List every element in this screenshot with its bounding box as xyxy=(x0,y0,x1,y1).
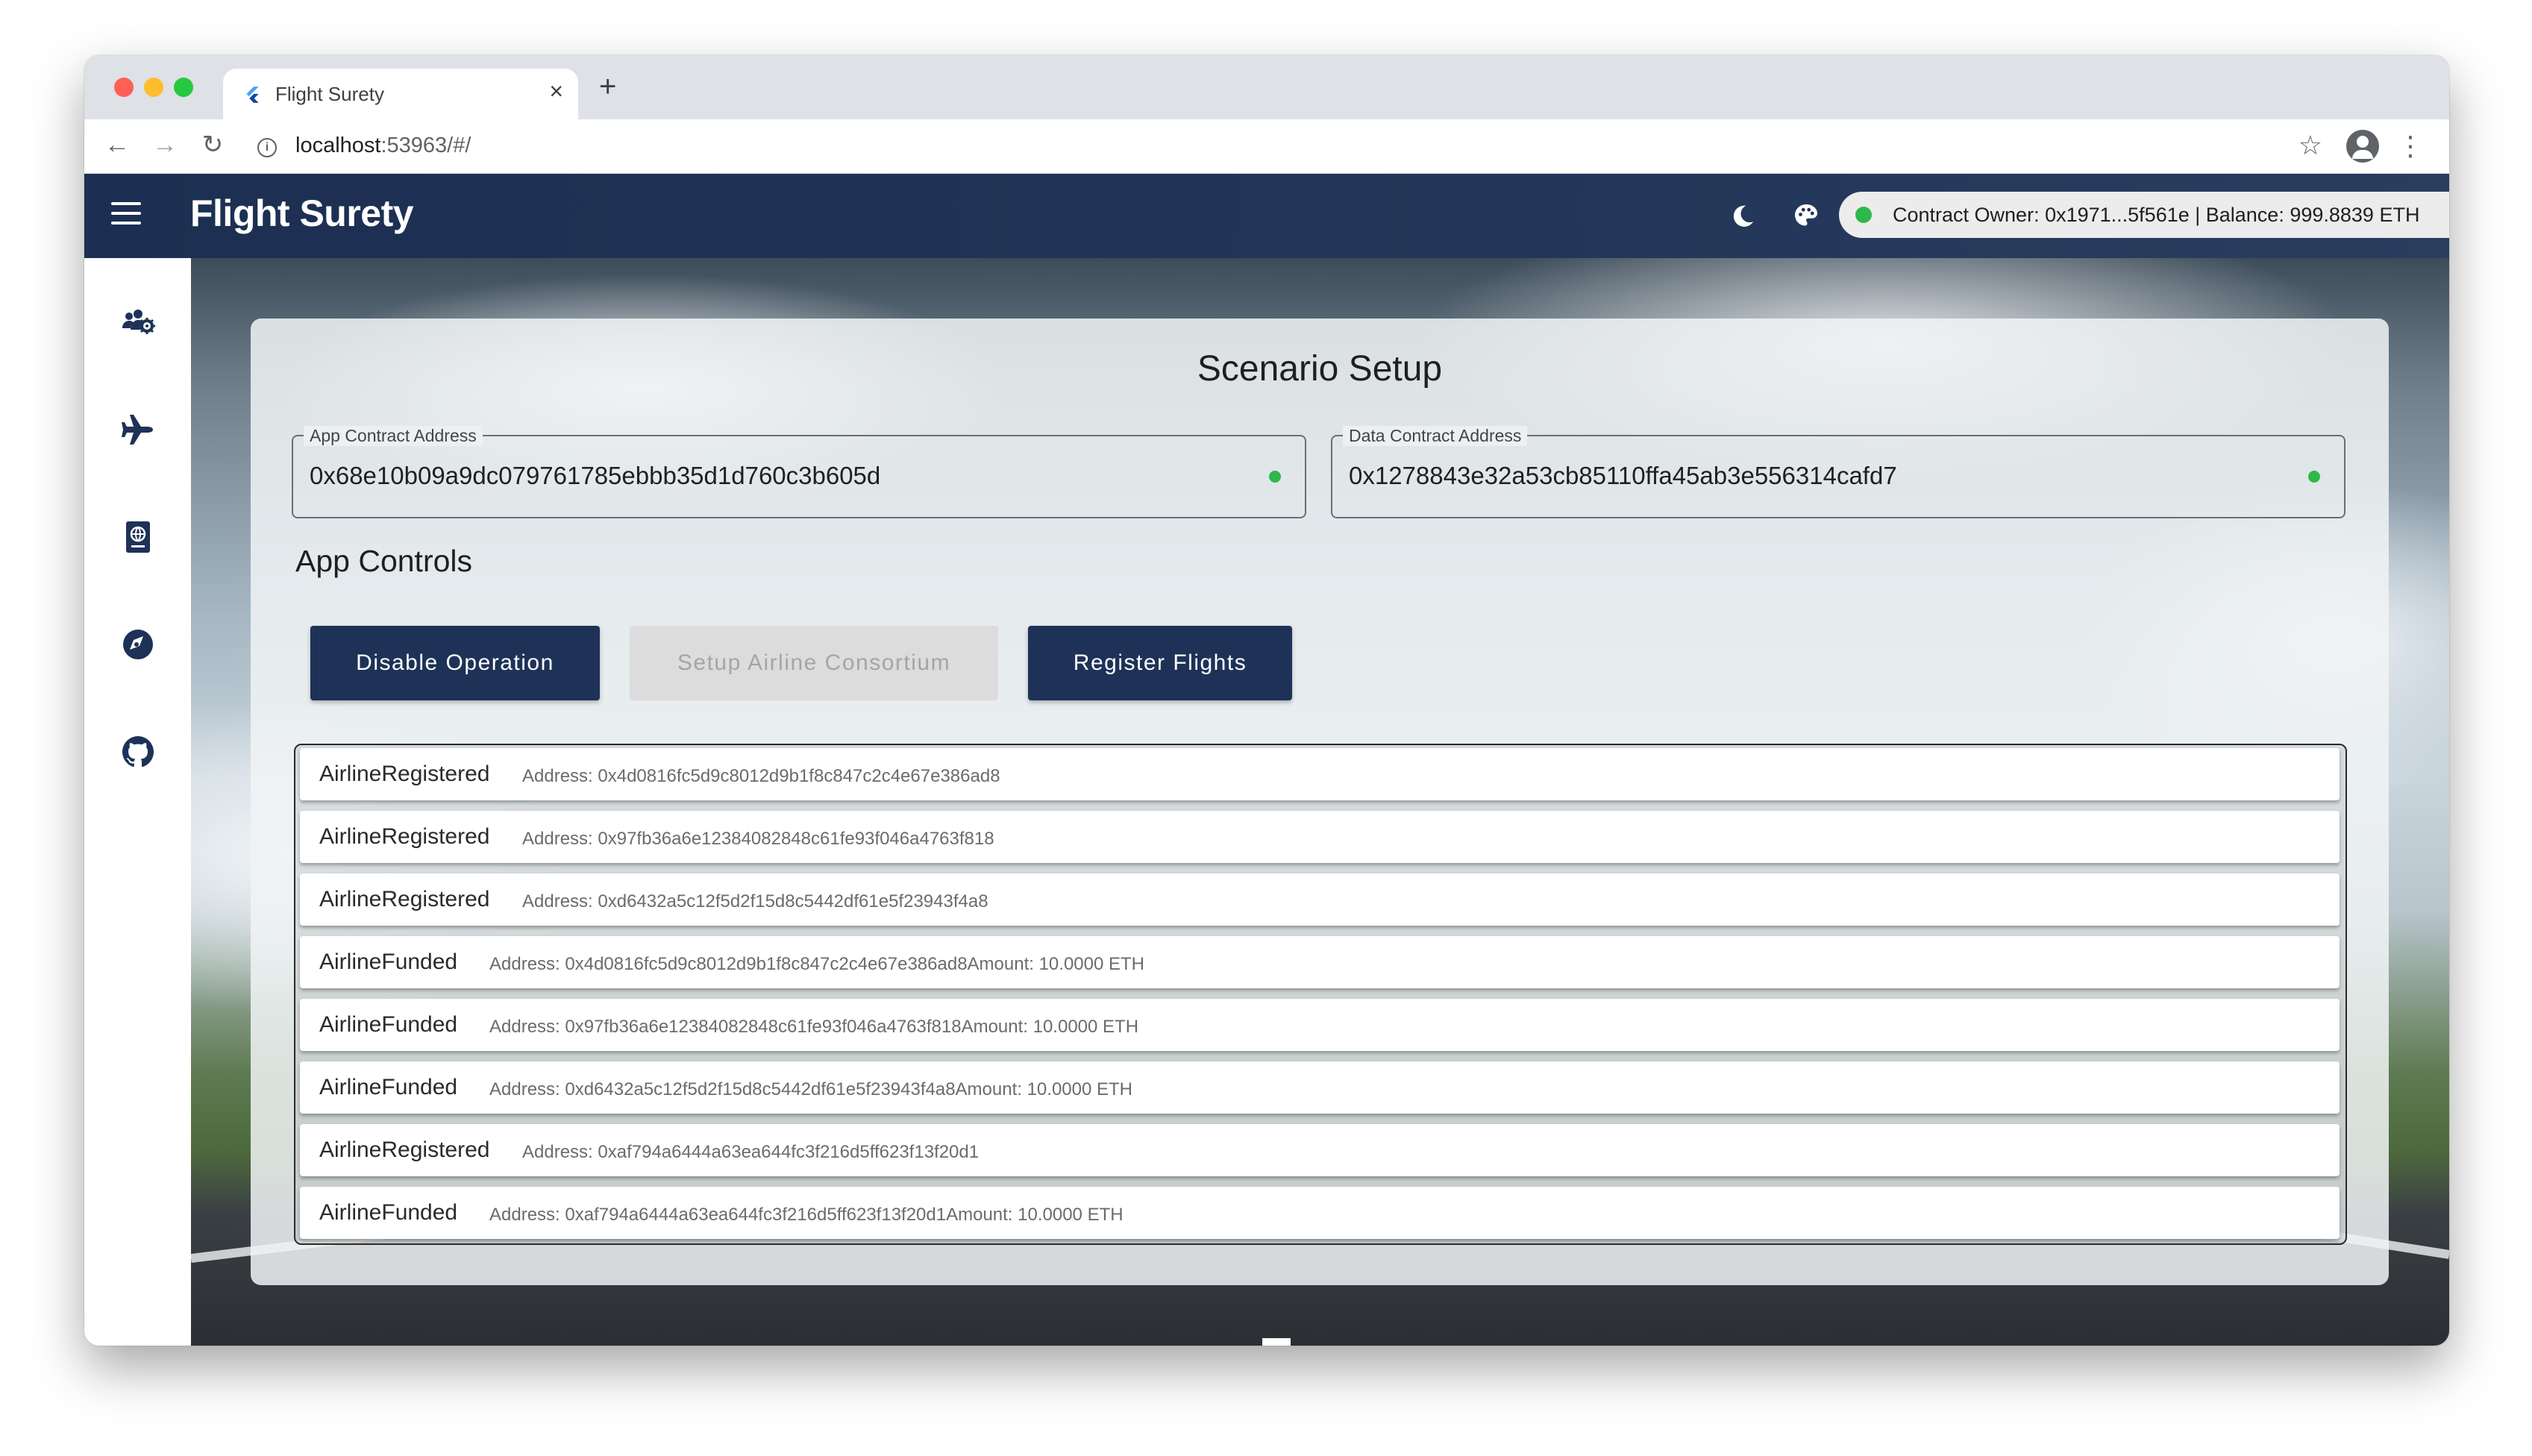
event-name: AirlineFunded xyxy=(319,1075,458,1099)
bookmark-star-icon[interactable]: ☆ xyxy=(2298,130,2322,161)
desktop: Flight Surety × + ← → ↻ i localhost:5396… xyxy=(0,0,2532,1456)
tab-title: Flight Surety xyxy=(275,83,384,105)
browser-menu-icon[interactable]: ⋮ xyxy=(2397,130,2424,163)
scenario-setup-title: Scenario Setup xyxy=(1197,349,1443,389)
dark-mode-moon-icon[interactable] xyxy=(1730,204,1755,229)
contract-owner-text: Contract Owner: 0x1971...5f561e | Balanc… xyxy=(1893,204,2420,226)
event-row: AirlineFunded Address: 0x97fb36a6e123840… xyxy=(300,999,2340,1051)
data-contract-address-label: Data Contract Address xyxy=(1343,426,1528,446)
browser-toolbar: ← → ↻ i localhost:53963/#/ ☆ ⋮ xyxy=(84,119,2449,174)
palette-icon[interactable] xyxy=(1793,202,1820,229)
event-row: AirlineRegistered Address: 0xd6432a5c12f… xyxy=(300,873,2340,926)
url-host: localhost xyxy=(295,134,381,157)
event-name: AirlineRegistered xyxy=(319,1138,490,1162)
event-row: AirlineRegistered Address: 0x4d0816fc5d9… xyxy=(300,748,2340,800)
plane-icon[interactable] xyxy=(120,412,156,448)
address-bar[interactable]: localhost:53963/#/ xyxy=(295,134,471,158)
navigation-rail xyxy=(84,258,191,1346)
event-row: AirlineRegistered Address: 0xaf794a6444a… xyxy=(300,1124,2340,1176)
app-title: Flight Surety xyxy=(190,192,414,234)
new-tab-button[interactable]: + xyxy=(599,72,616,101)
event-log-list[interactable]: AirlineRegistered Address: 0x4d0816fc5d9… xyxy=(294,744,2347,1245)
event-name: AirlineRegistered xyxy=(319,887,490,911)
event-detail: Address: 0xd6432a5c12f5d2f15d8c5442df61e… xyxy=(522,891,988,911)
event-detail: Address: 0xd6432a5c12f5d2f15d8c5442df61e… xyxy=(489,1079,1133,1099)
site-info-icon[interactable]: i xyxy=(257,138,277,157)
forward-button[interactable]: → xyxy=(148,128,181,161)
event-row: AirlineRegistered Address: 0x97fb36a6e12… xyxy=(300,811,2340,863)
menu-icon[interactable] xyxy=(111,202,141,226)
app-contract-address-label: App Contract Address xyxy=(304,426,483,446)
event-detail: Address: 0xaf794a6444a63ea644fc3f216d5ff… xyxy=(489,1205,1124,1225)
app-controls-title: App Controls xyxy=(295,544,473,578)
data-contract-address-field[interactable]: Data Contract Address 0x1278843e32a53cb8… xyxy=(1331,426,2345,518)
event-detail: Address: 0x4d0816fc5d9c8012d9b1f8c847c2c… xyxy=(489,954,1145,974)
event-name: AirlineRegistered xyxy=(319,824,490,849)
register-flights-button[interactable]: Register Flights xyxy=(1028,626,1292,700)
event-name: AirlineFunded xyxy=(319,1012,458,1037)
setup-airline-consortium-button: Setup Airline Consortium xyxy=(630,626,998,700)
event-detail: Address: 0x97fb36a6e12384082848c61fe93f0… xyxy=(522,829,994,849)
event-name: AirlineRegistered xyxy=(319,762,490,786)
data-contract-address-value: 0x1278843e32a53cb85110ffa45ab3e556314caf… xyxy=(1349,462,1897,489)
users-cog-icon[interactable] xyxy=(120,304,156,340)
event-name: AirlineFunded xyxy=(319,1200,458,1225)
runway-marking xyxy=(1262,1338,1291,1346)
flutter-app: Flight Surety Contract Owner: 0x1971...5… xyxy=(84,174,2449,1346)
event-row: AirlineFunded Address: 0xaf794a6444a63ea… xyxy=(300,1187,2340,1239)
event-row: AirlineFunded Address: 0x4d0816fc5d9c801… xyxy=(300,936,2340,988)
passport-icon[interactable] xyxy=(120,519,156,555)
data-contract-status-dot xyxy=(2308,471,2320,483)
event-row: AirlineFunded Address: 0xd6432a5c12f5d2f… xyxy=(300,1061,2340,1114)
app-contract-address-field[interactable]: App Contract Address 0x68e10b09a9dc07976… xyxy=(292,426,1306,518)
compass-icon[interactable] xyxy=(120,627,156,662)
reload-button[interactable]: ↻ xyxy=(196,128,229,161)
back-button[interactable]: ← xyxy=(101,128,134,161)
contract-owner-chip: Contract Owner: 0x1971...5f561e | Balanc… xyxy=(1839,192,2449,238)
content-background: Scenario Setup App Contract Address 0x68… xyxy=(191,258,2449,1346)
github-icon[interactable] xyxy=(120,734,156,770)
app-contract-address-value: 0x68e10b09a9dc079761785ebbb35d1d760c3b60… xyxy=(310,462,881,489)
disable-operation-button[interactable]: Disable Operation xyxy=(310,626,600,700)
minimize-window-button[interactable] xyxy=(144,78,163,97)
tab-flight-surety[interactable]: Flight Surety × xyxy=(223,69,578,119)
app-bar: Flight Surety Contract Owner: 0x1971...5… xyxy=(84,174,2449,258)
close-window-button[interactable] xyxy=(114,78,134,97)
connection-status-dot xyxy=(1855,207,1872,223)
flutter-logo-icon xyxy=(246,87,259,103)
browser-window: Flight Surety × + ← → ↻ i localhost:5396… xyxy=(84,55,2449,1346)
tab-strip: Flight Surety × + xyxy=(84,55,2449,119)
url-path: :53963/#/ xyxy=(380,134,471,157)
app-contract-status-dot xyxy=(1269,471,1281,483)
event-name: AirlineFunded xyxy=(319,950,458,974)
profile-avatar-icon[interactable] xyxy=(2346,130,2379,163)
event-detail: Address: 0x4d0816fc5d9c8012d9b1f8c847c2c… xyxy=(522,766,1000,786)
scenario-setup-card: Scenario Setup App Contract Address 0x68… xyxy=(251,318,2389,1285)
maximize-window-button[interactable] xyxy=(174,78,193,97)
close-tab-icon[interactable]: × xyxy=(549,79,563,103)
event-detail: Address: 0x97fb36a6e12384082848c61fe93f0… xyxy=(489,1017,1139,1037)
event-detail: Address: 0xaf794a6444a63ea644fc3f216d5ff… xyxy=(522,1142,980,1162)
